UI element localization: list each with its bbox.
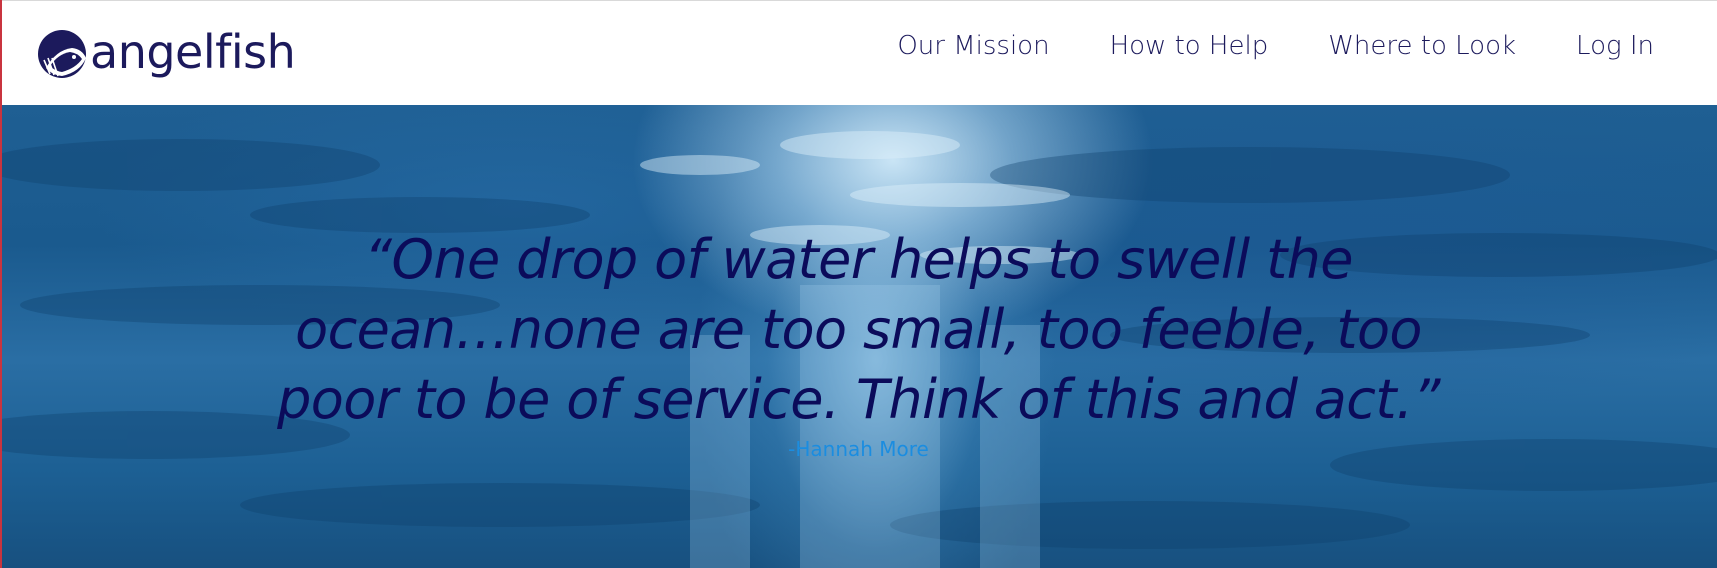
nav-where-to-look[interactable]: Where to Look [1328,28,1516,64]
hero-banner: “One drop of water helps to swell the oc… [0,105,1717,568]
nav-log-in[interactable]: Log In [1576,28,1654,64]
quote-line: ocean…none are too small, too feeble, to… [295,298,1422,361]
top-border [0,0,1717,1]
site-header: angelfish Our Mission How to Help Where … [0,0,1717,105]
nav-how-to-help[interactable]: How to Help [1110,28,1269,64]
nav-our-mission[interactable]: Our Mission [897,28,1049,64]
quote-line: “One drop of water helps to swell the [364,228,1353,291]
quote-line: poor to be of service. Think of this and… [277,368,1440,431]
logo-link[interactable]: angelfish [36,24,296,84]
quote-author: -Hannah More [788,437,929,461]
angelfish-logo-icon [38,30,86,78]
main-nav: Our Mission How to Help Where to Look Lo… [897,28,1654,64]
hero-quote: “One drop of water helps to swell the oc… [200,225,1517,435]
brand-name: angelfish [90,25,296,79]
left-border [0,0,2,568]
